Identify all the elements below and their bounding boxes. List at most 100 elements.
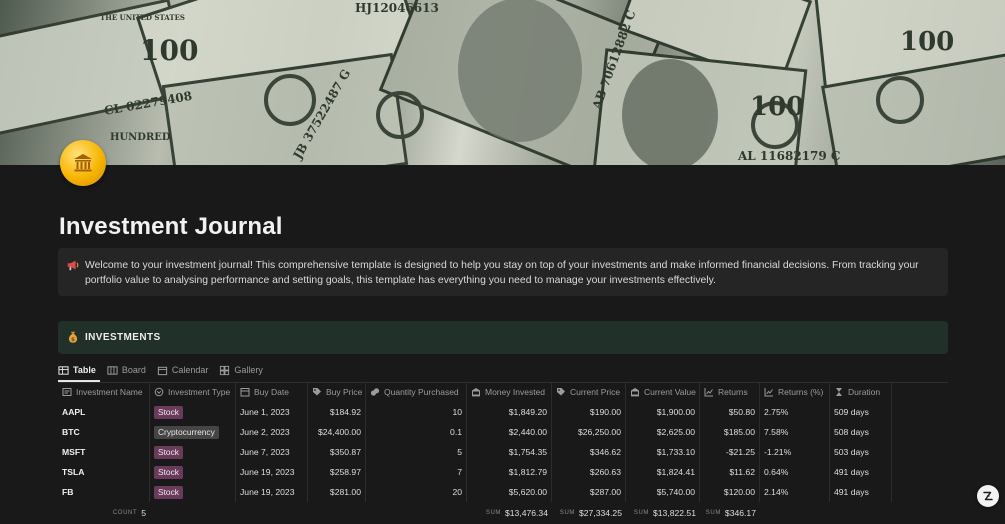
investment-type-cell[interactable]: Stock [150, 462, 236, 482]
hourglass-icon [836, 388, 842, 396]
money-invested-sum[interactable]: SUM $13,476.34 [467, 504, 552, 522]
current-price-cell[interactable]: $260.63 [552, 462, 626, 482]
chart-icon [764, 388, 773, 397]
tab-label: Gallery [234, 365, 263, 375]
help-button[interactable] [977, 485, 999, 507]
callout-text[interactable]: Welcome to your investment journal! This… [85, 258, 940, 288]
chart-icon [704, 388, 713, 397]
duration-cell[interactable]: 491 days [830, 482, 892, 502]
banknote-text: THE UNITED STATES [100, 13, 185, 22]
buy-price-cell[interactable]: $258.97 [308, 462, 366, 482]
returns-sum[interactable]: SUM $346.17 [700, 504, 760, 522]
buy-date-cell[interactable]: June 19, 2023 [236, 462, 308, 482]
column-header-buy-date[interactable]: Buy Date [236, 382, 308, 402]
tab-label: Calendar [171, 365, 209, 375]
investment-type-cell[interactable]: Cryptocurrency [150, 422, 236, 442]
quantity-cell[interactable]: 5 [366, 442, 467, 462]
buy-date-cell[interactable]: June 19, 2023 [236, 482, 308, 502]
current-value-cell[interactable]: $1,733.10 [626, 442, 700, 462]
banknote-text: 100 [900, 27, 954, 57]
column-header-buy-price[interactable]: Buy Price [308, 382, 366, 402]
count-calculation[interactable]: COUNT 5 [58, 504, 150, 522]
buy-date-cell[interactable]: June 1, 2023 [236, 402, 308, 422]
tab-table[interactable]: Table [58, 363, 96, 377]
returns-percent-cell[interactable]: 2.75% [760, 402, 830, 422]
calendar-icon [240, 388, 250, 397]
tab-label: Table [73, 365, 96, 375]
current-price-cell[interactable]: $190.00 [552, 402, 626, 422]
column-header-current-value[interactable]: Current Value [626, 382, 700, 402]
quantity-cell[interactable]: 20 [366, 482, 467, 502]
column-header-investment-type[interactable]: Investment Type [150, 382, 236, 402]
gallery-icon [220, 365, 230, 375]
returns-cell[interactable]: $120.00 [700, 482, 760, 502]
buy-price-cell[interactable]: $24,400.00 [308, 422, 366, 442]
buy-date-cell[interactable]: June 7, 2023 [236, 442, 308, 462]
current-value-cell[interactable]: $2,625.00 [626, 422, 700, 442]
investment-name-cell[interactable]: FB [58, 482, 150, 502]
bank-building-icon[interactable] [60, 140, 106, 186]
tab-calendar[interactable]: Calendar [157, 363, 209, 377]
table-icon [58, 365, 69, 375]
money-invested-cell[interactable]: $1,849.20 [467, 402, 552, 422]
title-icon [62, 388, 72, 396]
buy-price-cell[interactable]: $350.87 [308, 442, 366, 462]
duration-cell[interactable]: 503 days [830, 442, 892, 462]
bank-icon [631, 388, 639, 397]
investment-type-cell[interactable]: Stock [150, 402, 236, 422]
current-price-cell[interactable]: $346.62 [552, 442, 626, 462]
duration-cell[interactable]: 509 days [830, 402, 892, 422]
buy-price-cell[interactable]: $281.00 [308, 482, 366, 502]
tab-gallery[interactable]: Gallery [219, 363, 263, 377]
current-value-sum[interactable]: SUM $13,822.51 [626, 504, 700, 522]
quantity-cell[interactable]: 7 [366, 462, 467, 482]
column-header-returns-percent[interactable]: Returns (%) [760, 382, 830, 402]
investment-name-cell[interactable]: MSFT [58, 442, 150, 462]
buy-price-cell[interactable]: $184.92 [308, 402, 366, 422]
duration-cell[interactable]: 508 days [830, 422, 892, 442]
investment-type-cell[interactable]: Stock [150, 482, 236, 502]
column-header-quantity-purchased[interactable]: Quantity Purchased [366, 382, 467, 402]
column-header-current-price[interactable]: Current Price [552, 382, 626, 402]
money-invested-cell[interactable]: $1,754.35 [467, 442, 552, 462]
current-value-cell[interactable]: $5,740.00 [626, 482, 700, 502]
tab-board[interactable]: Board [107, 363, 146, 377]
investment-type-cell[interactable]: Stock [150, 442, 236, 462]
column-header-returns[interactable]: Returns [700, 382, 760, 402]
returns-cell[interactable]: $185.00 [700, 422, 760, 442]
investments-section-header[interactable]: $ INVESTMENTS [58, 321, 948, 354]
calendar-icon [157, 366, 168, 375]
column-header-money-invested[interactable]: Money Invested [467, 382, 552, 402]
returns-cell[interactable]: -$21.25 [700, 442, 760, 462]
banknotes-illustration: HJ12046613 THE UNITED STATES 100 CL 0227… [0, 0, 1005, 165]
column-header-investment-name[interactable]: Investment Name [58, 382, 150, 402]
page-title[interactable]: Investment Journal [59, 213, 283, 241]
investment-name-cell[interactable]: BTC [58, 422, 150, 442]
money-invested-cell[interactable]: $2,440.00 [467, 422, 552, 442]
investment-name-cell[interactable]: AAPL [58, 402, 150, 422]
column-header-duration[interactable]: Duration [830, 382, 892, 402]
quantity-cell[interactable]: 0.1 [366, 422, 467, 442]
returns-percent-cell[interactable]: 0.64% [760, 462, 830, 482]
investment-name-cell[interactable]: TSLA [58, 462, 150, 482]
quantity-cell[interactable]: 10 [366, 402, 467, 422]
current-value-cell[interactable]: $1,824.41 [626, 462, 700, 482]
current-price-sum[interactable]: SUM $27,334.25 [552, 504, 626, 522]
money-invested-cell[interactable]: $5,620.00 [467, 482, 552, 502]
returns-percent-cell[interactable]: 7.58% [760, 422, 830, 442]
megaphone-icon [67, 260, 79, 271]
current-price-cell[interactable]: $287.00 [552, 482, 626, 502]
current-value-cell[interactable]: $1,900.00 [626, 402, 700, 422]
returns-cell[interactable]: $50.80 [700, 402, 760, 422]
returns-percent-cell[interactable]: -1.21% [760, 442, 830, 462]
bank-icon [472, 388, 480, 397]
returns-cell[interactable]: $11.62 [700, 462, 760, 482]
current-price-cell[interactable]: $26,250.00 [552, 422, 626, 442]
type-tag: Stock [154, 465, 183, 479]
duration-cell[interactable]: 491 days [830, 462, 892, 482]
welcome-callout: Welcome to your investment journal! This… [58, 248, 948, 296]
returns-percent-cell[interactable]: 2.14% [760, 482, 830, 502]
banknote-text: 100 [140, 34, 198, 67]
buy-date-cell[interactable]: June 2, 2023 [236, 422, 308, 442]
money-invested-cell[interactable]: $1,812.79 [467, 462, 552, 482]
